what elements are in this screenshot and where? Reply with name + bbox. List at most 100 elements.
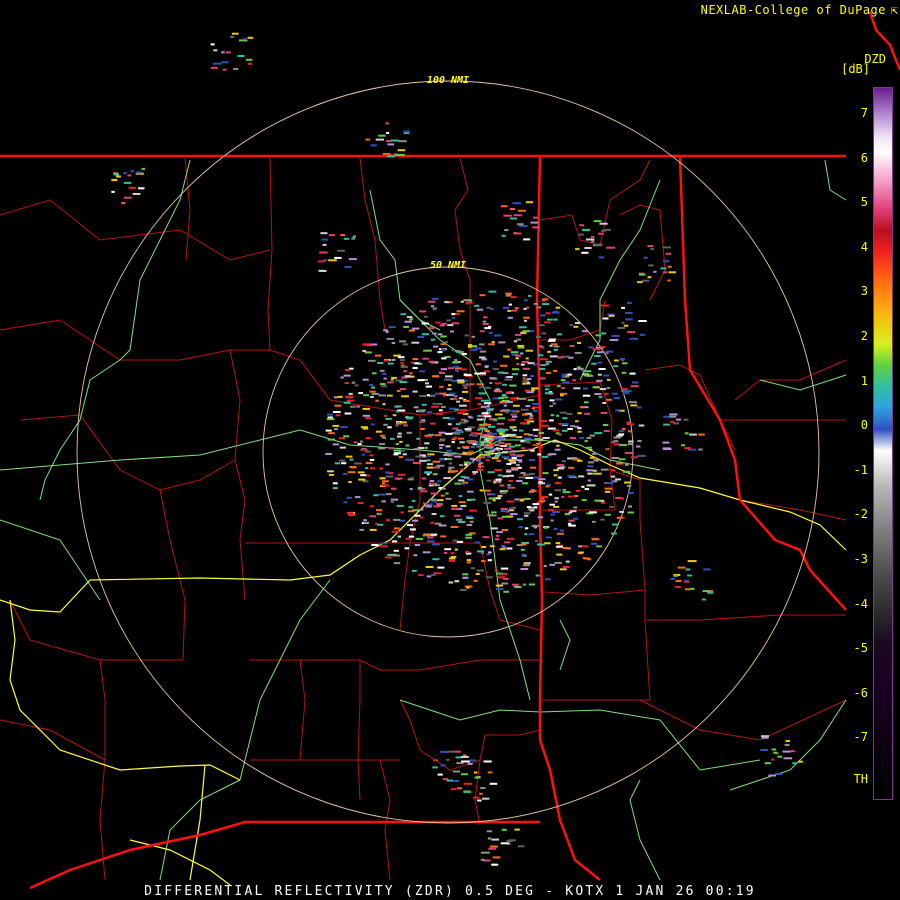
echo-gate: [353, 441, 358, 444]
echo-gate: [467, 426, 475, 429]
echo-gate: [494, 390, 503, 393]
echo-gate: [515, 444, 521, 447]
echo-gate: [347, 471, 356, 474]
echo-gate: [385, 556, 392, 559]
echo-gate: [541, 346, 545, 349]
echo-gate: [587, 472, 592, 475]
echo-gate: [600, 346, 606, 348]
echo-gate: [462, 573, 469, 576]
echo-gate: [475, 363, 481, 366]
echo-gate: [647, 276, 652, 279]
echo-gate: [509, 453, 515, 456]
echo-gate: [343, 237, 350, 240]
echo-gate: [210, 43, 215, 46]
echo-gate: [410, 528, 416, 531]
external-link-icon[interactable]: ⇱: [891, 3, 898, 17]
echo-gate: [397, 535, 401, 538]
echo-gate: [433, 345, 439, 348]
echo-gate: [482, 797, 490, 800]
echo-gate: [483, 415, 492, 418]
echo-gate: [325, 453, 332, 455]
echo-gate: [320, 270, 327, 272]
echo-gate: [448, 559, 456, 562]
echo-gate: [397, 435, 402, 438]
echo-gate: [376, 509, 383, 512]
echo-gate: [379, 369, 385, 372]
echo-gate: [487, 431, 492, 434]
echo-gate: [510, 208, 516, 211]
echo-gate: [246, 58, 253, 61]
echo-gate: [387, 426, 392, 429]
echo-gate: [431, 297, 439, 300]
echo-gate: [476, 468, 483, 471]
echo-gate: [574, 425, 579, 428]
echo-gate: [375, 354, 382, 357]
echo-gate: [518, 476, 526, 479]
echo-gate: [467, 762, 473, 765]
echo-gate: [549, 399, 555, 402]
echo-gate: [439, 458, 445, 461]
echo-gate: [562, 429, 568, 432]
echo-gate: [562, 488, 567, 491]
echo-gate: [339, 459, 346, 462]
echo-gate: [363, 521, 369, 524]
echo-gate: [523, 316, 530, 319]
echo-gate: [513, 340, 518, 343]
echo-gate: [530, 449, 535, 452]
echo-gate: [458, 397, 464, 400]
echo-gate: [499, 573, 504, 576]
echo-gate: [383, 329, 389, 332]
echo-gate: [454, 433, 461, 435]
echo-gate: [232, 32, 239, 35]
echo-gate: [467, 415, 472, 418]
echo-gate: [390, 378, 394, 381]
echo-gate: [510, 413, 517, 416]
echo-gate: [504, 541, 511, 544]
echo-gate: [513, 232, 522, 235]
echo-gate: [545, 363, 549, 366]
echo-gate: [588, 461, 594, 464]
echo-gate: [522, 583, 527, 586]
echo-gate: [544, 385, 551, 388]
echo-gate: [488, 446, 494, 449]
echo-gate: [506, 537, 515, 540]
echo-gate: [326, 413, 333, 416]
echo-gate: [581, 251, 589, 254]
echo-gate: [639, 333, 646, 336]
echo-gate: [500, 567, 509, 570]
echo-gate: [443, 394, 447, 397]
echo-gate: [503, 447, 512, 450]
echo-gate: [524, 437, 532, 440]
echo-gate: [604, 513, 611, 516]
echo-gate: [573, 495, 579, 498]
echo-gate: [490, 493, 496, 496]
echo-gate: [611, 457, 620, 459]
echo-gate: [470, 567, 476, 570]
echo-gate: [512, 429, 518, 432]
echo-gate: [480, 441, 487, 444]
echo-gate: [435, 412, 444, 415]
echo-gate: [394, 477, 403, 480]
echo-gate: [650, 248, 655, 251]
echo-gate: [530, 389, 535, 392]
echo-gate: [486, 479, 492, 482]
echo-gate: [511, 450, 517, 453]
echo-gate: [438, 372, 445, 374]
echo-gate: [483, 501, 492, 504]
echo-gate: [409, 488, 413, 491]
echo-gate: [122, 172, 127, 175]
echo-gate: [684, 432, 689, 435]
echo-gate: [532, 403, 540, 405]
echo-gate: [577, 459, 583, 462]
echo-gate: [462, 446, 470, 448]
echo-gate: [619, 510, 624, 513]
echo-gate: [556, 463, 565, 466]
echo-gate: [520, 543, 527, 546]
echo-gate: [554, 500, 558, 503]
echo-gate: [594, 499, 601, 502]
echo-gate: [452, 770, 460, 773]
echo-gate: [454, 514, 461, 517]
echo-gate: [520, 568, 529, 570]
echo-gate: [500, 510, 509, 512]
echo-gate: [428, 300, 436, 303]
